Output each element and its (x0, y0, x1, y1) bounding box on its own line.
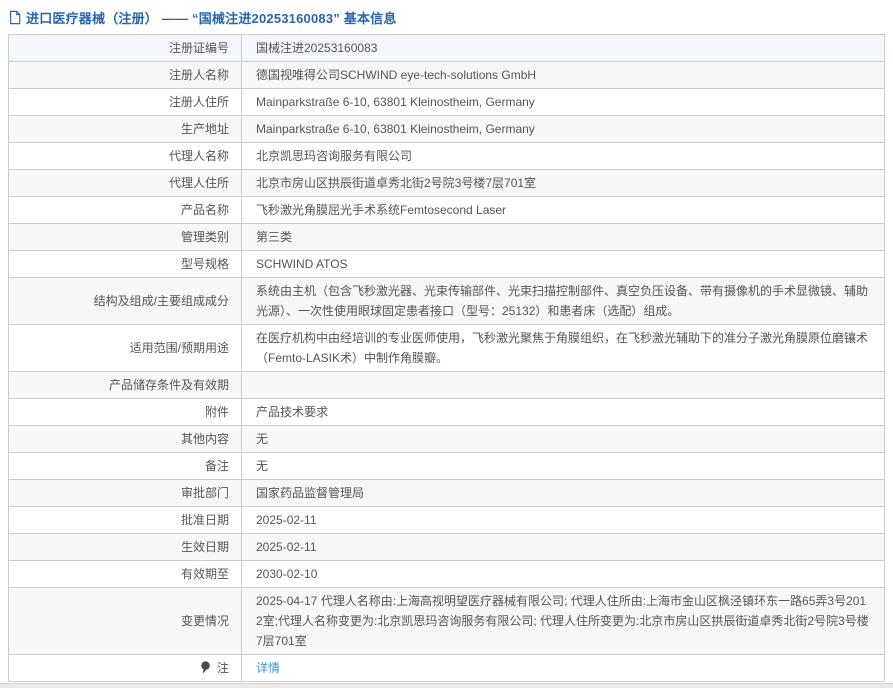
table-row: 注册人住所 Mainparkstraße 6-10, 63801 Kleinos… (9, 89, 885, 116)
table-row: 附件 产品技术要求 (9, 399, 885, 426)
table-row: 注 详情 (9, 655, 885, 682)
row-label: 有效期至 (9, 561, 242, 588)
document-icon (8, 10, 22, 25)
row-value: 2025-04-17 代理人名称由:上海高视明望医疗器械有限公司; 代理人住所由… (242, 588, 885, 655)
row-label: 审批部门 (9, 480, 242, 507)
table-row: 生效日期 2025-02-11 (9, 534, 885, 561)
row-value: 在医疗机构中由经培训的专业医师使用，飞秒激光聚焦于角膜组织，在飞秒激光辅助下的准… (242, 325, 885, 372)
row-value (242, 372, 885, 399)
row-value: Mainparkstraße 6-10, 63801 Kleinostheim,… (242, 89, 885, 116)
table-row: 变更情况 2025-04-17 代理人名称由:上海高视明望医疗器械有限公司; 代… (9, 588, 885, 655)
row-label: 型号规格 (9, 251, 242, 278)
row-label: 管理类别 (9, 224, 242, 251)
row-label: 结构及组成/主要组成成分 (9, 278, 242, 325)
row-value: 2025-02-11 (242, 534, 885, 561)
row-value: 第三类 (242, 224, 885, 251)
table-row: 注册人名称 德国视唯得公司SCHWIND eye-tech-solutions … (9, 62, 885, 89)
row-label: 批准日期 (9, 507, 242, 534)
row-value: SCHWIND ATOS (242, 251, 885, 278)
table-row: 批准日期 2025-02-11 (9, 507, 885, 534)
row-label: 注册人住所 (9, 89, 242, 116)
row-value: 无 (242, 426, 885, 453)
row-value: 2030-02-10 (242, 561, 885, 588)
table-row: 备注 无 (9, 453, 885, 480)
table-row: 其他内容 无 (9, 426, 885, 453)
detail-link[interactable]: 详情 (256, 661, 280, 675)
row-label: 变更情况 (9, 588, 242, 655)
table-row: 代理人住所 北京市房山区拱辰街道卓秀北街2号院3号楼7层701室 (9, 170, 885, 197)
table-row: 注册证编号 国械注进20253160083 (9, 35, 885, 62)
table-row: 审批部门 国家药品监督管理局 (9, 480, 885, 507)
page-title: 进口医疗器械（注册） —— “国械注进20253160083” 基本信息 (26, 8, 397, 27)
row-value: 北京市房山区拱辰街道卓秀北街2号院3号楼7层701室 (242, 170, 885, 197)
table-row: 结构及组成/主要组成成分 系统由主机（包含飞秒激光器、光束传输部件、光束扫描控制… (9, 278, 885, 325)
row-value: 详情 (242, 655, 885, 682)
row-label: 产品储存条件及有效期 (9, 372, 242, 399)
row-value: 系统由主机（包含飞秒激光器、光束传输部件、光束扫描控制部件、真空负压设备、带有摄… (242, 278, 885, 325)
table-row: 产品储存条件及有效期 (9, 372, 885, 399)
table-row: 有效期至 2030-02-10 (9, 561, 885, 588)
row-value: 无 (242, 453, 885, 480)
note-pin-icon (200, 661, 211, 674)
table-row: 管理类别 第三类 (9, 224, 885, 251)
row-label: 注册证编号 (9, 35, 242, 62)
table-row: 生产地址 Mainparkstraße 6-10, 63801 Kleinost… (9, 116, 885, 143)
row-label: 生效日期 (9, 534, 242, 561)
row-value: 2025-02-11 (242, 507, 885, 534)
row-label: 备注 (9, 453, 242, 480)
page-bottom-strip (0, 683, 893, 688)
row-value: 飞秒激光角膜屈光手术系统Femtosecond Laser (242, 197, 885, 224)
row-value: 德国视唯得公司SCHWIND eye-tech-solutions GmbH (242, 62, 885, 89)
row-value: Mainparkstraße 6-10, 63801 Kleinostheim,… (242, 116, 885, 143)
table-row: 代理人名称 北京凯思玛咨询服务有限公司 (9, 143, 885, 170)
row-label: 代理人住所 (9, 170, 242, 197)
row-label: 产品名称 (9, 197, 242, 224)
table-row: 产品名称 飞秒激光角膜屈光手术系统Femtosecond Laser (9, 197, 885, 224)
row-label: 代理人名称 (9, 143, 242, 170)
table-row: 型号规格 SCHWIND ATOS (9, 251, 885, 278)
row-label: 附件 (9, 399, 242, 426)
row-label: 其他内容 (9, 426, 242, 453)
info-table: 注册证编号 国械注进20253160083 注册人名称 德国视唯得公司SCHWI… (8, 34, 885, 682)
row-value: 产品技术要求 (242, 399, 885, 426)
row-value: 国家药品监督管理局 (242, 480, 885, 507)
info-table-body: 注册证编号 国械注进20253160083 注册人名称 德国视唯得公司SCHWI… (9, 35, 885, 682)
table-row: 适用范围/预期用途 在医疗机构中由经培训的专业医师使用，飞秒激光聚焦于角膜组织，… (9, 325, 885, 372)
row-value: 北京凯思玛咨询服务有限公司 (242, 143, 885, 170)
title-bar: 进口医疗器械（注册） —— “国械注进20253160083” 基本信息 (0, 0, 893, 34)
row-label: 注 (9, 655, 242, 682)
row-label: 注册人名称 (9, 62, 242, 89)
row-label: 适用范围/预期用途 (9, 325, 242, 372)
row-value: 国械注进20253160083 (242, 35, 885, 62)
row-label: 生产地址 (9, 116, 242, 143)
